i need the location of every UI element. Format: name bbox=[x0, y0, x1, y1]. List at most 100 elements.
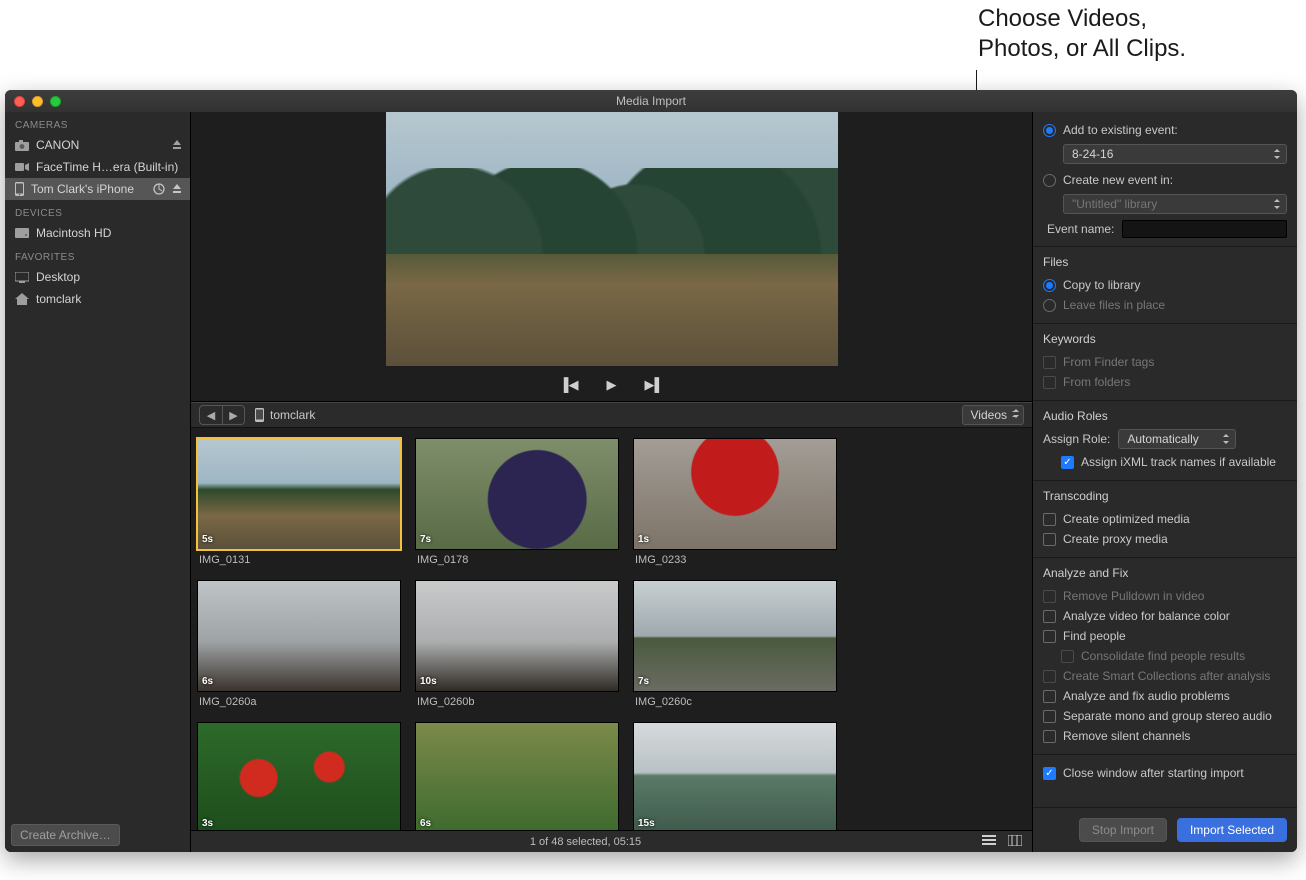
minimize-window-button[interactable] bbox=[32, 96, 43, 107]
remove-silent-checkbox[interactable]: Remove silent channels bbox=[1043, 726, 1287, 746]
clip-duration: 5s bbox=[202, 534, 213, 545]
clip-thumbnail[interactable]: 6s bbox=[197, 580, 401, 692]
import-footer: Stop Import Import Selected bbox=[1033, 807, 1297, 852]
assign-role-select[interactable]: Automatically bbox=[1118, 429, 1236, 449]
checkbox-label: Create optimized media bbox=[1063, 512, 1190, 526]
clip-thumbnail[interactable]: 1s bbox=[633, 438, 837, 550]
browser-toolbar: ◀ ▶ tomclark Videos bbox=[191, 402, 1032, 428]
sidebar-item-macintosh-hd[interactable]: Macintosh HD bbox=[5, 222, 190, 244]
fix-audio-checkbox[interactable]: Analyze and fix audio problems bbox=[1043, 686, 1287, 706]
clip-name: IMG_0233 bbox=[633, 550, 837, 574]
clip-thumbnail[interactable]: 15s bbox=[633, 722, 837, 830]
event-name-input[interactable] bbox=[1122, 220, 1287, 238]
path-control[interactable]: tomclark bbox=[255, 408, 315, 422]
media-import-window: Media Import CAMERAS CANON FaceTime H…er… bbox=[5, 90, 1297, 852]
keywords-section: Keywords From Finder tags From folders bbox=[1033, 324, 1297, 401]
sidebar-group-favorites: FAVORITES bbox=[5, 244, 190, 266]
radio-on-icon bbox=[1043, 279, 1056, 292]
close-window-checkbox[interactable]: Close window after starting import bbox=[1043, 763, 1287, 783]
sidebar-item-label: Tom Clark's iPhone bbox=[31, 182, 146, 196]
window-controls bbox=[5, 96, 61, 107]
clip-thumbnail[interactable]: 7s bbox=[633, 580, 837, 692]
checkbox-icon bbox=[1043, 356, 1056, 369]
close-window-button[interactable] bbox=[14, 96, 25, 107]
section-heading: Audio Roles bbox=[1043, 409, 1287, 423]
copy-to-library-radio[interactable]: Copy to library bbox=[1043, 275, 1287, 295]
sidebar-item-canon[interactable]: CANON bbox=[5, 134, 190, 156]
sidebar-item-label: Macintosh HD bbox=[36, 226, 182, 240]
checkbox-label: Analyze and fix audio problems bbox=[1063, 689, 1230, 703]
checkbox-icon bbox=[1061, 650, 1074, 663]
assign-role-label: Assign Role: bbox=[1043, 432, 1110, 446]
select-value: Automatically bbox=[1127, 432, 1198, 446]
callout-text: Choose Videos, Photos, or All Clips. bbox=[978, 4, 1186, 64]
sidebar-item-home[interactable]: tomclark bbox=[5, 288, 190, 310]
import-selected-button[interactable]: Import Selected bbox=[1177, 818, 1287, 842]
media-filter-dropdown[interactable]: Videos bbox=[962, 405, 1024, 425]
sidebar-item-facetime[interactable]: FaceTime H…era (Built-in) bbox=[5, 156, 190, 178]
checkbox-icon bbox=[1043, 710, 1056, 723]
clip-cell[interactable]: 3sIMG_0297 bbox=[197, 722, 401, 830]
create-optimized-checkbox[interactable]: Create optimized media bbox=[1043, 509, 1287, 529]
create-new-event-radio[interactable]: Create new event in: bbox=[1043, 170, 1287, 190]
find-people-checkbox[interactable]: Find people bbox=[1043, 626, 1287, 646]
sidebar: CAMERAS CANON FaceTime H…era (Built-in) … bbox=[5, 112, 191, 852]
sidebar-group-cameras: CAMERAS bbox=[5, 112, 190, 134]
nav-forward-button[interactable]: ▶ bbox=[222, 406, 244, 424]
radio-label: Leave files in place bbox=[1063, 298, 1165, 312]
clip-thumbnail[interactable]: 6s bbox=[415, 722, 619, 830]
from-folders-checkbox: From folders bbox=[1043, 372, 1287, 392]
zoom-window-button[interactable] bbox=[50, 96, 61, 107]
window-title: Media Import bbox=[5, 94, 1297, 108]
clip-cell[interactable]: 5sIMG_0131 bbox=[197, 438, 401, 574]
play-button[interactable]: ▶ bbox=[607, 377, 617, 393]
nav-back-button[interactable]: ◀ bbox=[200, 406, 222, 424]
prev-clip-button[interactable]: ▐◀ bbox=[559, 377, 578, 393]
next-clip-button[interactable]: ▶▌ bbox=[645, 377, 664, 393]
checkbox-icon bbox=[1043, 590, 1056, 603]
clip-duration: 15s bbox=[638, 818, 655, 829]
clip-thumbnail[interactable]: 10s bbox=[415, 580, 619, 692]
clip-cell[interactable]: 7sIMG_0178 bbox=[415, 438, 619, 574]
preview-image bbox=[386, 112, 838, 366]
stop-import-button[interactable]: Stop Import bbox=[1079, 818, 1167, 842]
clip-duration: 6s bbox=[202, 676, 213, 687]
checkbox-icon bbox=[1043, 376, 1056, 389]
clip-cell[interactable]: 7sIMG_0260c bbox=[633, 580, 837, 716]
filmstrip-view-button[interactable] bbox=[1008, 835, 1022, 849]
clip-grid[interactable]: 5sIMG_01317sIMG_01781sIMG_02336sIMG_0260… bbox=[191, 428, 1032, 830]
clip-thumbnail[interactable]: 7s bbox=[415, 438, 619, 550]
clip-thumbnail[interactable]: 3s bbox=[197, 722, 401, 830]
titlebar: Media Import bbox=[5, 90, 1297, 112]
radio-on-icon bbox=[1043, 124, 1056, 137]
assign-ixml-checkbox[interactable]: Assign iXML track names if available bbox=[1043, 449, 1287, 472]
checkbox-label: Close window after starting import bbox=[1063, 766, 1244, 780]
sync-icon bbox=[153, 183, 165, 195]
clip-cell[interactable]: 15sIMG_0322 bbox=[633, 722, 837, 830]
clip-thumbnail[interactable]: 5s bbox=[197, 438, 401, 550]
clip-cell[interactable]: 10sIMG_0260b bbox=[415, 580, 619, 716]
add-to-existing-radio[interactable]: Add to existing event: bbox=[1043, 120, 1287, 140]
eject-icon[interactable] bbox=[172, 140, 182, 150]
sidebar-item-label: Desktop bbox=[36, 270, 182, 284]
eject-icon[interactable] bbox=[172, 184, 182, 194]
checkbox-icon bbox=[1043, 513, 1056, 526]
sidebar-item-desktop[interactable]: Desktop bbox=[5, 266, 190, 288]
create-archive-button[interactable]: Create Archive… bbox=[11, 824, 120, 846]
checkbox-label: Remove Pulldown in video bbox=[1063, 589, 1204, 603]
create-proxy-checkbox[interactable]: Create proxy media bbox=[1043, 529, 1287, 549]
clip-cell[interactable]: 6sIMG_0298 bbox=[415, 722, 619, 830]
existing-event-select[interactable]: 8-24-16 bbox=[1063, 144, 1287, 164]
sidebar-group-devices: DEVICES bbox=[5, 200, 190, 222]
list-view-button[interactable] bbox=[982, 835, 996, 849]
sidebar-item-iphone[interactable]: Tom Clark's iPhone bbox=[5, 178, 190, 200]
radio-label: Create new event in: bbox=[1063, 173, 1173, 187]
section-heading: Keywords bbox=[1043, 332, 1287, 346]
clip-cell[interactable]: 1sIMG_0233 bbox=[633, 438, 837, 574]
separate-mono-checkbox[interactable]: Separate mono and group stereo audio bbox=[1043, 706, 1287, 726]
clip-cell[interactable]: 6sIMG_0260a bbox=[197, 580, 401, 716]
select-value: "Untitled" library bbox=[1072, 197, 1157, 211]
clip-name: IMG_0260b bbox=[415, 692, 619, 716]
checkbox-label: Consolidate find people results bbox=[1081, 649, 1245, 663]
balance-color-checkbox[interactable]: Analyze video for balance color bbox=[1043, 606, 1287, 626]
